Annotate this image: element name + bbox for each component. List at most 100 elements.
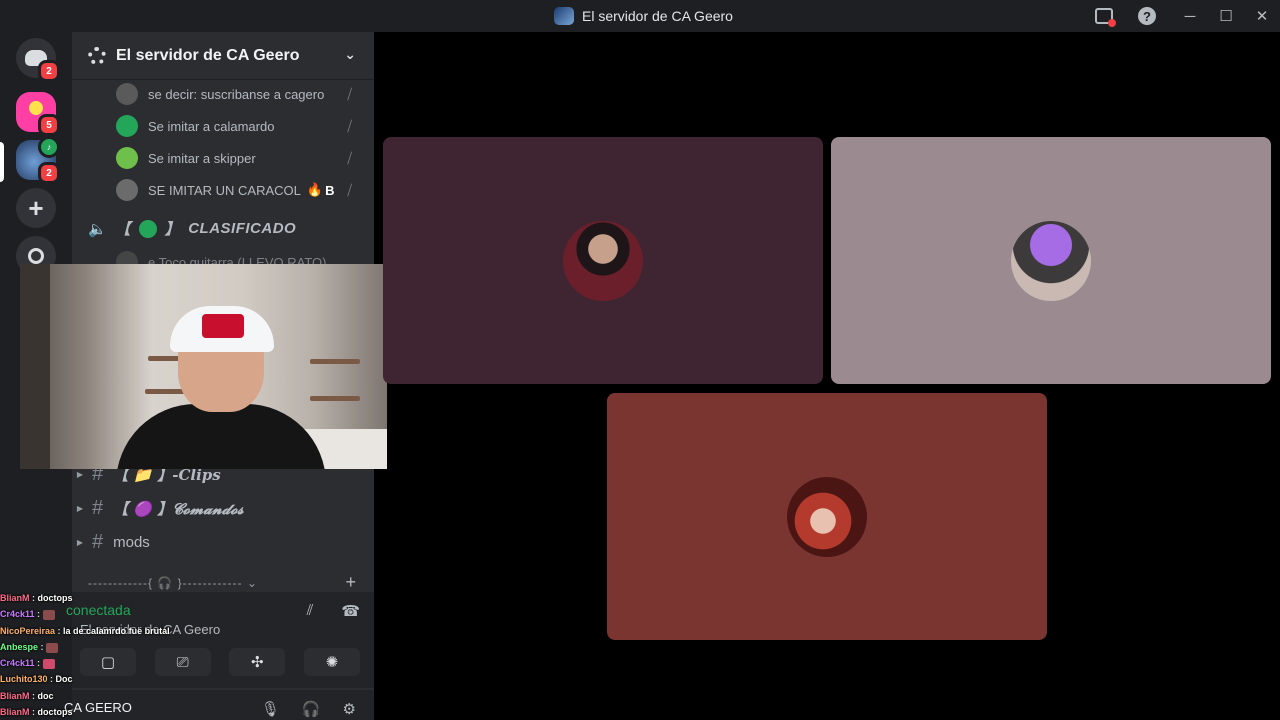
inbox-icon	[1095, 8, 1116, 27]
chat-user: Anbespe	[0, 641, 39, 652]
voice-user[interactable]: SE IMITAR UN CARACOL 🔥 B ⧸	[116, 176, 366, 204]
text-channel-comandos[interactable]: ▶ # 【 🟣 】𝓒𝓸𝓶𝓪𝓷𝓭𝓸𝓼	[72, 493, 374, 523]
mention-badge: 2	[38, 60, 60, 82]
maximize-button[interactable]: ☐	[1208, 0, 1244, 32]
server-settings-icon	[88, 46, 106, 65]
voice-user[interactable]: se decir: suscribanse a cagero ⧸	[116, 80, 366, 108]
chat-user: BlianM	[0, 690, 30, 701]
server-name: El servidor de CA Geero	[116, 46, 300, 64]
direct-messages-button[interactable]: 2	[16, 38, 60, 82]
server-button-1[interactable]: 5	[16, 92, 60, 136]
participant-avatar	[563, 221, 643, 301]
chevron-down-icon: ⌄	[344, 46, 356, 62]
mention-badge: 5	[38, 114, 60, 136]
participant-avatar	[1011, 221, 1091, 301]
chat-user: BlianM	[0, 593, 30, 603]
emote-icon	[42, 658, 55, 669]
participant-tile[interactable]	[383, 137, 823, 384]
chat-user: BlianM	[0, 707, 30, 718]
inbox-button[interactable]	[1086, 0, 1122, 32]
caret-right-icon: ▶	[76, 503, 84, 513]
chat-user: Cr4ck11	[0, 609, 35, 620]
participant-avatar	[787, 477, 867, 557]
avatar	[116, 179, 138, 201]
hash-icon: #	[92, 496, 104, 519]
participant-tile[interactable]	[607, 393, 1047, 640]
green-circle-icon	[138, 219, 157, 238]
cap-logo	[202, 314, 244, 338]
bracket-close: 】	[164, 221, 181, 238]
chat-text: doctops	[37, 707, 73, 718]
title-bar-controls: ? ─ ☐ ✕	[1086, 0, 1280, 32]
disconnect-icon[interactable]: ☎	[341, 602, 360, 620]
voice-user[interactable]: Se imitar a skipper ⧸	[116, 144, 366, 172]
voice-user-name: Se imitar a skipper	[148, 150, 256, 166]
close-button[interactable]: ✕	[1244, 0, 1280, 32]
chat-message: NicoPereiraa : la de calamrdo fue brutal	[0, 625, 170, 636]
help-button[interactable]: ?	[1122, 0, 1172, 32]
avatar	[116, 147, 138, 169]
gear-icon[interactable]: ⚙	[343, 700, 356, 718]
soundboard-button[interactable]: ✺	[303, 648, 360, 676]
mention-badge: 2	[38, 162, 60, 184]
deafened-icon: ⧸	[347, 181, 352, 198]
chat-message: BlianM : doc	[0, 690, 54, 701]
add-server-button[interactable]: +	[16, 188, 56, 228]
voice-panel-actions: ⫽ ☎	[307, 602, 360, 620]
webcam-wardrobe	[20, 264, 50, 469]
avatar	[116, 115, 138, 137]
minimize-icon: ─	[1184, 7, 1196, 25]
minimize-button[interactable]: ─	[1172, 0, 1208, 32]
channel-name: 【 🟣 】𝓒𝓸𝓶𝓪𝓷𝓭𝓸𝓼	[113, 499, 244, 518]
plus-icon: +	[28, 193, 44, 223]
chat-text: doctops	[37, 593, 73, 603]
chat-message: BlianM : doctops	[0, 593, 73, 603]
voice-user-name: se decir: suscribanse a cagero	[148, 86, 325, 102]
emote-icon	[46, 642, 59, 653]
server-header[interactable]: El servidor de CA Geero ⌄	[72, 32, 374, 80]
webcam-shelf	[310, 396, 360, 401]
category-separator[interactable]: ------------{ 🎧 }------------ ⌄	[88, 576, 258, 590]
headphones-icon[interactable]: 🎧	[302, 700, 321, 718]
chat-message: Cr4ck11 :	[0, 606, 300, 622]
voice-user-name: Se imitar a calamardo	[148, 118, 275, 134]
webcam-shelf	[310, 359, 360, 364]
chat-text: la de calamrdo fue brutal	[63, 625, 170, 636]
voice-channel-clasificado[interactable]: 🔈 【 】 CLASIFICADO	[88, 218, 296, 239]
window-title-text: El servidor de CA Geero	[582, 8, 733, 24]
voice-channel-name: CLASIFICADO	[188, 220, 297, 237]
maximize-icon: ☐	[1219, 8, 1233, 25]
caret-right-icon: ▶	[76, 537, 84, 547]
flame-icon: 🔥	[306, 182, 324, 197]
help-icon: ?	[1138, 7, 1156, 25]
chat-user: Cr4ck11	[0, 658, 35, 669]
chat-message: Anbespe :	[0, 639, 300, 655]
caret-right-icon: ▶	[76, 469, 84, 479]
emote-icon	[42, 609, 55, 620]
deafened-icon: ⧸	[347, 85, 352, 102]
voice-active-icon: ♪	[38, 136, 60, 158]
chat-user: NicoPereiraa	[0, 625, 56, 636]
chat-user: Luchito130	[0, 674, 48, 685]
server-icon	[554, 7, 574, 25]
soundboard-icon: ✺	[325, 654, 339, 671]
webcam-person-body	[116, 404, 326, 469]
voice-user-tag: B	[325, 182, 335, 198]
server-button-ca-geero[interactable]: ♪ 2	[16, 136, 60, 184]
chat-text: doc	[37, 690, 54, 701]
speaker-icon: 🔈	[88, 220, 108, 238]
stream-chat-overlay: BlianM : doctops Cr4ck11 : NicoPereiraa …	[0, 590, 300, 720]
avatar	[116, 83, 138, 105]
close-icon: ✕	[1255, 8, 1269, 25]
chat-text: Doc	[55, 674, 73, 685]
voice-user[interactable]: Se imitar a calamardo ⧸	[116, 112, 366, 140]
deafened-icon: ⧸	[347, 149, 352, 166]
create-channel-icon[interactable]: +	[345, 572, 356, 593]
noise-suppression-icon[interactable]: ⫽	[307, 602, 314, 620]
text-channel-mods[interactable]: ▶ # mods	[72, 527, 374, 557]
bracket-open: 【	[115, 221, 131, 238]
chat-message: Luchito130 : Doc	[0, 674, 73, 685]
window-title: El servidor de CA Geero	[554, 7, 733, 25]
participant-tile[interactable]	[831, 137, 1271, 384]
compass-icon	[28, 248, 44, 264]
